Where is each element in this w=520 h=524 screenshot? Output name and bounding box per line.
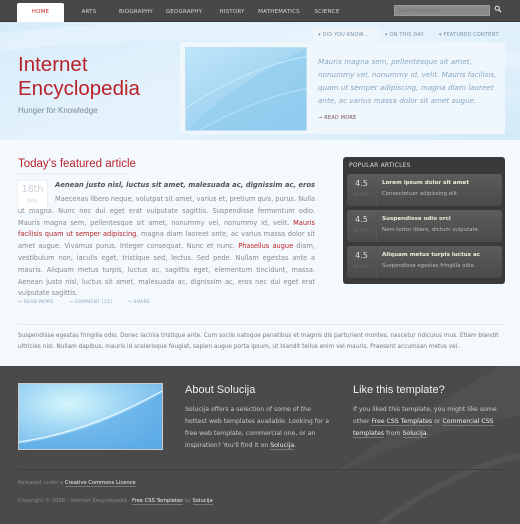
section-divider xyxy=(18,324,504,325)
rating-box: 4.5 RATING xyxy=(347,246,377,278)
tab-featured-content[interactable]: ▾ FEATURED CONTENT xyxy=(437,28,505,43)
site-title-line1: Internet xyxy=(18,53,88,76)
comment-link[interactable]: → COMMENT [12] xyxy=(69,300,119,305)
popular-article-desc: Nam tortor libero, dictum vulputate. xyxy=(382,227,480,233)
rating-box: 4.5 RATING xyxy=(347,210,377,242)
article-actions: → READ MORE → COMMENT [12] → SHARE xyxy=(18,300,164,305)
like-title: Like this template? xyxy=(353,384,445,396)
tab-label: FEATURED CONTENT xyxy=(443,32,499,38)
read-more-label: READ MORE xyxy=(324,115,357,121)
free-css-templates-link[interactable]: Free CSS Templates xyxy=(131,498,183,505)
share-link[interactable]: → SHARE xyxy=(128,300,157,305)
tab-on-this-day[interactable]: ▾ ON THIS DAY xyxy=(382,28,440,43)
solucija-link[interactable]: Solucija xyxy=(270,442,295,450)
popular-article-desc: Suspendisse egestas fringilla odio. xyxy=(382,263,476,269)
copyright-label: Copyright © 2008 - Internet Encyclopedia… xyxy=(18,498,132,504)
read-more-link[interactable]: → READ MORE xyxy=(18,300,60,305)
about-body: Solucija offers a selection of some of t… xyxy=(185,406,330,449)
site-title-line2: Encyclopedia xyxy=(18,77,140,100)
popular-article-item[interactable]: 4.5 RATING Suspendisse odio orci Nam tort… xyxy=(347,210,502,242)
footer-image xyxy=(18,383,163,450)
search-input[interactable] xyxy=(394,5,490,16)
nav-item-science[interactable]: SCIENCE xyxy=(310,0,344,22)
like-body: from xyxy=(384,430,403,437)
article-heading: Aenean justo nisl, luctus sit amet, male… xyxy=(55,181,316,189)
nav-item-home[interactable]: HOME xyxy=(17,3,64,26)
hero-image xyxy=(185,47,307,131)
license-label: Released under a xyxy=(18,480,65,486)
featured-article-title: Today's featured article xyxy=(18,158,136,170)
nav-item-mathematics[interactable]: MATHEMATICS xyxy=(254,0,304,22)
nav-item-biography[interactable]: BIOGRAPHY xyxy=(114,0,158,22)
solucija-link[interactable]: Solucija xyxy=(402,430,427,438)
rating-label: RATING xyxy=(353,264,370,269)
rating-box: 4.5 RATING xyxy=(347,174,377,206)
popular-article-item[interactable]: 4.5 RATING Lorem ipsum dolor sit amet Con… xyxy=(347,174,502,206)
nav-item-geography[interactable]: GEOGRAPHY xyxy=(162,0,206,22)
footer: About Solucija Solucija offers a selecti… xyxy=(0,366,520,524)
copyright-by: by xyxy=(182,498,193,504)
article-link[interactable]: Phasellus augue xyxy=(238,242,293,250)
hero-text: Mauris magna sem, pellentesque sit amet,… xyxy=(318,57,497,105)
rating-label: RATING xyxy=(353,192,370,197)
tab-label: ON THIS DAY xyxy=(389,32,424,38)
title-underline xyxy=(18,173,128,174)
popular-articles-panel: POPULAR ARTICLES 4.5 RATING Lorem ipsum d… xyxy=(343,157,505,284)
body-text: Maecenas libero neque, volutpat sit amet… xyxy=(55,195,258,203)
tab-label: DID YOU KNOW... xyxy=(322,32,369,38)
intro-paragraph: Suspendisse egestas fringilla odio. Done… xyxy=(18,333,499,350)
popular-article-item[interactable]: 4.5 RATING Aliquam metus turpis luctus ac… xyxy=(347,246,502,278)
like-text: If you liked this template, you might li… xyxy=(353,406,497,438)
nav-item-arts[interactable]: ARTS xyxy=(72,0,106,22)
search-icon[interactable] xyxy=(494,5,502,13)
article-body: Maecenas libero neque, volutpat sit amet… xyxy=(18,194,315,300)
creative-commons-link[interactable]: Creative Commons Licence xyxy=(64,480,136,487)
body-emphasis: quis xyxy=(257,195,272,203)
about-title: About Solucija xyxy=(185,384,256,396)
top-navigation: HOME ARTS BIOGRAPHY GEOGRAPHY HISTORY MA… xyxy=(0,0,520,26)
popular-article-desc: Consectetuer adipiscing elit. xyxy=(382,191,459,197)
body-text: diam, vestibulum non, iaculis eget, tris… xyxy=(18,242,315,298)
about-text: Solucija offers a selection of some of t… xyxy=(185,406,330,450)
license-text: Released under a Creative Commons Licenc… xyxy=(18,480,136,487)
rating-value: 4.5 xyxy=(355,251,368,260)
popular-article-title[interactable]: Aliquam metus turpis luctus ac xyxy=(382,252,480,258)
rating-value: 4.5 xyxy=(355,179,368,188)
free-css-templates-link[interactable]: Free CSS Templates xyxy=(371,418,433,426)
rating-value: 4.5 xyxy=(355,215,368,224)
popular-article-title[interactable]: Suspendisse odio orci xyxy=(382,216,451,222)
popular-article-title[interactable]: Lorem ipsum dolor sit amet xyxy=(382,180,469,186)
solucija-link[interactable]: Solucija xyxy=(192,498,213,505)
site-slogan: Hunger for Knowledge xyxy=(18,106,98,115)
popular-articles-title: POPULAR ARTICLES xyxy=(349,162,411,169)
tab-did-you-know[interactable]: ▾ DID YOU KNOW... xyxy=(313,28,379,43)
footer-divider xyxy=(18,469,504,470)
hero-read-more-link[interactable]: → READ MORE xyxy=(318,115,356,121)
like-body: or xyxy=(432,418,443,425)
rating-label: RATING xyxy=(353,228,370,233)
site-title[interactable]: Internet Encyclopedia xyxy=(18,53,140,101)
copyright-text: Copyright © 2008 - Internet Encyclopedia… xyxy=(18,498,213,505)
nav-item-history[interactable]: HISTORY xyxy=(214,0,250,22)
